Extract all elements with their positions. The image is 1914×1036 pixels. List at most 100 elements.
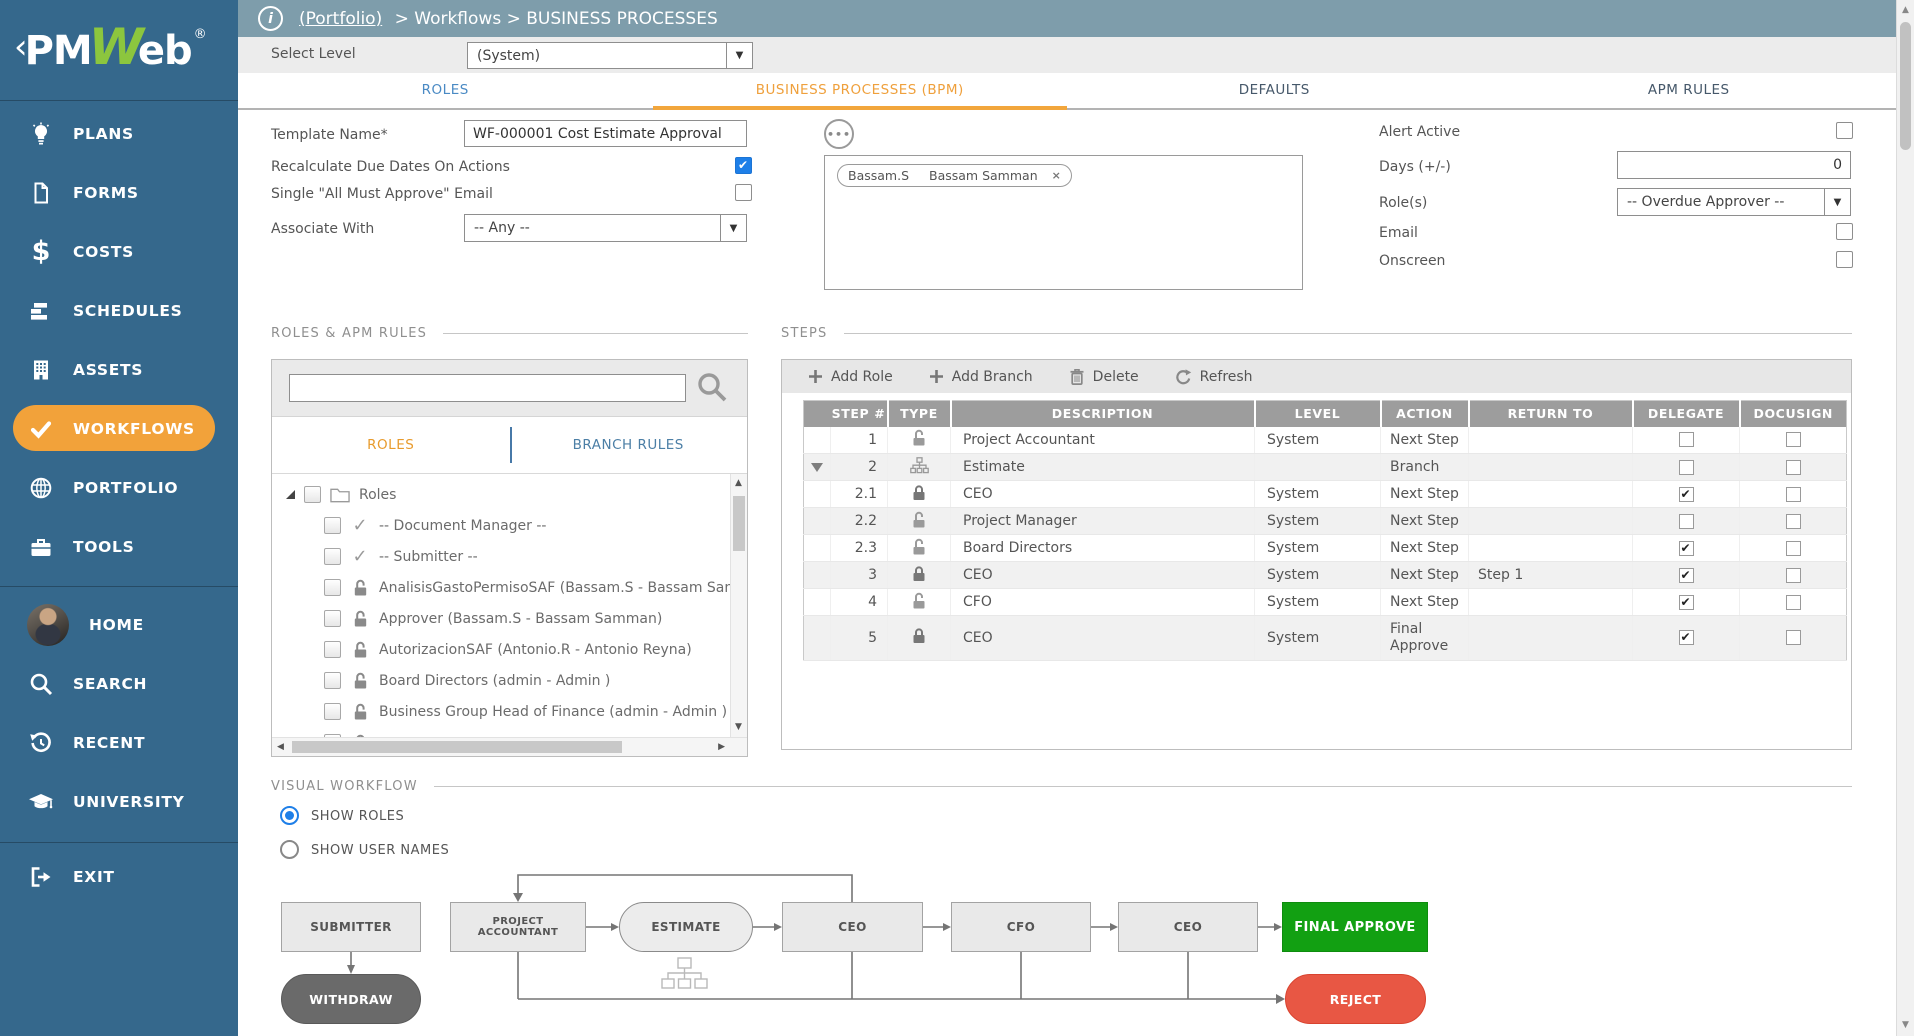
sidebar-item-tools[interactable]: TOOLS (0, 517, 238, 576)
docusign-checkbox[interactable] (1786, 432, 1801, 447)
tree-item[interactable]: ✓ Board Directors (admin - Admin ) (272, 665, 730, 696)
sidebar-item-exit[interactable]: EXIT (0, 847, 238, 906)
scroll-down-icon[interactable]: ▼ (735, 723, 742, 732)
tree-horizontal-scrollbar[interactable]: ◀ ▶ (272, 737, 747, 756)
tree-item[interactable]: ✓ Approver (Bassam.S - Bassam Samman) (272, 603, 730, 634)
info-icon[interactable]: i (258, 6, 283, 31)
docusign-checkbox[interactable] (1786, 487, 1801, 502)
alert-active-checkbox[interactable] (1836, 122, 1853, 139)
tree-item[interactable]: ✓ (272, 727, 730, 737)
col-delegate[interactable]: DELEGATE (1633, 401, 1740, 427)
col-description[interactable]: DESCRIPTION (951, 401, 1255, 427)
show-roles-radio[interactable] (280, 806, 299, 825)
collapse-row-icon[interactable] (811, 463, 823, 472)
sidebar-item-costs[interactable]: $ COSTS (0, 222, 238, 281)
tree-item-checkbox[interactable] (324, 579, 341, 596)
scrollbar-thumb[interactable] (292, 741, 622, 753)
chevron-down-icon[interactable]: ▼ (720, 215, 746, 241)
delegate-checkbox[interactable] (1679, 595, 1694, 610)
step-row[interactable]: 2.2 Project Manager System Next Step (804, 508, 1847, 535)
add-role-button[interactable]: Add Role (808, 369, 893, 385)
scrollbar-thumb[interactable] (733, 496, 745, 551)
assignees-box[interactable]: Bassam.S Bassam Samman × (824, 155, 1303, 290)
scroll-down-icon[interactable]: ▼ (1902, 1021, 1909, 1030)
add-branch-button[interactable]: Add Branch (929, 369, 1033, 385)
sidebar-item-home[interactable]: HOME (0, 595, 238, 654)
tab-defaults[interactable]: DEFAULTS (1067, 73, 1482, 110)
tree-item[interactable]: ✓ Business Group Head of Finance (admin … (272, 696, 730, 727)
search-icon[interactable] (696, 371, 729, 408)
docusign-checkbox[interactable] (1786, 460, 1801, 475)
tree-item[interactable]: ✓ AnalisisGastoPermisoSAF (Bassam.S - Ba… (272, 572, 730, 603)
expand-triangle-icon[interactable] (286, 490, 295, 499)
chevron-down-icon[interactable]: ▼ (726, 43, 752, 68)
roles-search-input[interactable] (289, 374, 686, 402)
step-row[interactable]: 4 CFO System Next Step (804, 589, 1847, 616)
docusign-checkbox[interactable] (1786, 541, 1801, 556)
sidebar-item-university[interactable]: UNIVERSITY (0, 772, 238, 831)
col-type[interactable]: TYPE (888, 401, 951, 427)
tree-item[interactable]: ✓ -- Submitter -- (272, 541, 730, 572)
scroll-left-icon[interactable]: ◀ (277, 743, 284, 752)
tab-business-processes[interactable]: BUSINESS PROCESSES (BPM) (653, 73, 1068, 110)
select-level-dropdown[interactable]: (System) ▼ (467, 42, 753, 69)
tree-root-checkbox[interactable] (304, 486, 321, 503)
tab-roles[interactable]: ROLES (238, 73, 653, 110)
tree-item[interactable]: ✓ AutorizacionSAF (Antonio.R - Antonio R… (272, 634, 730, 665)
docusign-checkbox[interactable] (1786, 595, 1801, 610)
roles-subtab-roles[interactable]: ROLES (272, 417, 510, 473)
refresh-button[interactable]: Refresh (1175, 369, 1253, 385)
delegate-checkbox[interactable] (1679, 487, 1694, 502)
step-row[interactable]: 2.1 CEO System Next Step (804, 481, 1847, 508)
scrollbar-thumb[interactable] (1900, 22, 1911, 150)
sidebar-item-plans[interactable]: PLANS (0, 104, 238, 163)
col-step[interactable]: STEP # (831, 401, 888, 427)
tree-item-checkbox[interactable] (324, 610, 341, 627)
chevron-down-icon[interactable]: ▼ (1824, 189, 1850, 215)
delegate-checkbox[interactable] (1679, 630, 1694, 645)
tree-item[interactable]: ✓ -- Document Manager -- (272, 510, 730, 541)
tree-item-checkbox[interactable] (324, 672, 341, 689)
sidebar-item-assets[interactable]: ASSETS (0, 340, 238, 399)
sidebar-item-workflows[interactable]: WORKFLOWS (0, 399, 238, 458)
sidebar-item-portfolio[interactable]: PORTFOLIO (0, 458, 238, 517)
docusign-checkbox[interactable] (1786, 630, 1801, 645)
tree-item-checkbox[interactable] (324, 517, 341, 534)
overdue-role-dropdown[interactable]: -- Overdue Approver -- ▼ (1617, 188, 1851, 216)
template-name-input[interactable] (464, 120, 747, 147)
sidebar-item-search[interactable]: SEARCH (0, 654, 238, 713)
tree-item-checkbox[interactable] (324, 641, 341, 658)
page-scrollbar[interactable]: ▲ ▼ (1896, 0, 1914, 1036)
delegate-checkbox[interactable] (1679, 541, 1694, 556)
scroll-right-icon[interactable]: ▶ (718, 743, 725, 752)
tree-vertical-scrollbar[interactable]: ▲ ▼ (730, 474, 747, 737)
tree-item-checkbox[interactable] (324, 703, 341, 720)
days-input[interactable] (1617, 151, 1851, 179)
scroll-up-icon[interactable]: ▲ (735, 479, 742, 488)
docusign-checkbox[interactable] (1786, 514, 1801, 529)
col-return-to[interactable]: RETURN TO (1469, 401, 1633, 427)
docusign-checkbox[interactable] (1786, 568, 1801, 583)
remove-tag-icon[interactable]: × (1052, 169, 1061, 182)
tree-item-checkbox[interactable] (324, 548, 341, 565)
associate-with-dropdown[interactable]: -- Any -- ▼ (464, 214, 747, 242)
sidebar-item-forms[interactable]: FORMS (0, 163, 238, 222)
single-email-checkbox[interactable] (735, 184, 752, 201)
col-docusign[interactable]: DOCUSIGN (1740, 401, 1847, 427)
step-row[interactable]: 3 CEO System Next Step Step 1 (804, 562, 1847, 589)
sidebar-item-recent[interactable]: RECENT (0, 713, 238, 772)
step-row[interactable]: 1 Project Accountant System Next Step (804, 427, 1847, 454)
tab-apm-rules[interactable]: APM RULES (1482, 73, 1897, 110)
delete-button[interactable]: Delete (1069, 368, 1139, 385)
step-row[interactable]: 2.3 Board Directors System Next Step (804, 535, 1847, 562)
roles-subtab-branch-rules[interactable]: BRANCH RULES (510, 417, 748, 473)
delegate-checkbox[interactable] (1679, 568, 1694, 583)
col-action[interactable]: ACTION (1381, 401, 1469, 427)
more-options-button[interactable] (824, 119, 854, 149)
onscreen-checkbox[interactable] (1836, 251, 1853, 268)
step-row[interactable]: 5 CEO System Final Approve (804, 616, 1847, 661)
delegate-checkbox[interactable] (1679, 432, 1694, 447)
delegate-checkbox[interactable] (1679, 460, 1694, 475)
col-level[interactable]: LEVEL (1255, 401, 1381, 427)
scroll-up-icon[interactable]: ▲ (1902, 6, 1909, 15)
